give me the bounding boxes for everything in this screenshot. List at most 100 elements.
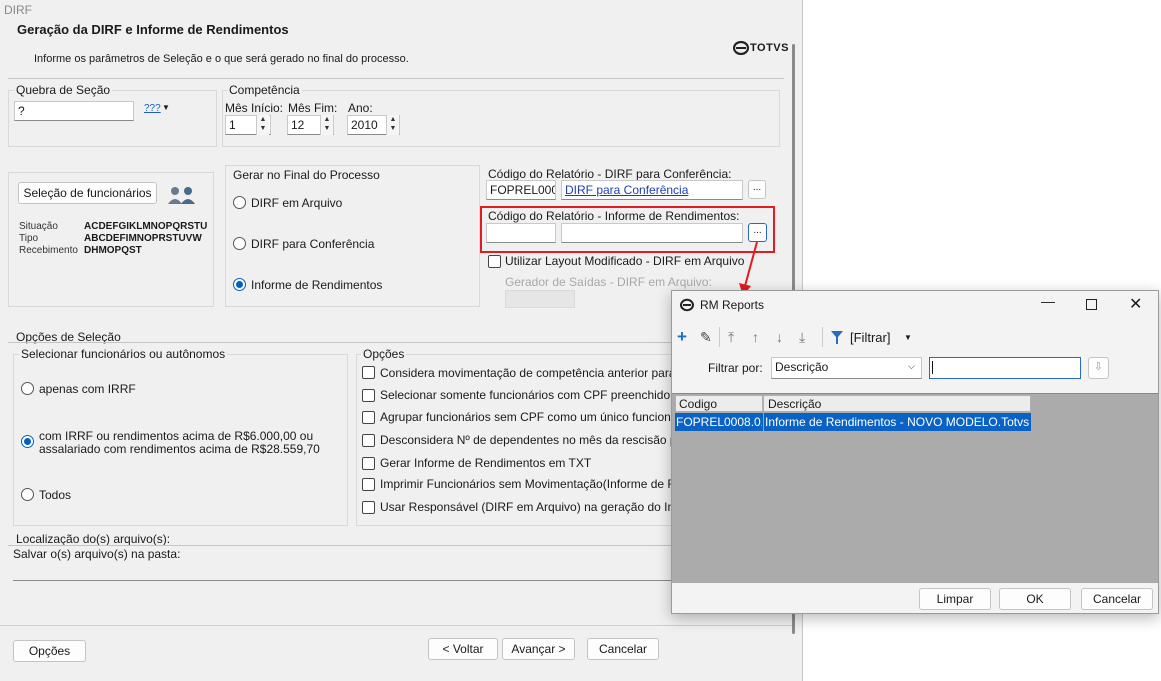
toolbar-separator	[719, 327, 720, 347]
mes-fim-spinner[interactable]: ▲ ▼	[320, 115, 333, 135]
gerador-saidas-label: Gerador de Saídas - DIRF em Arquivo:	[505, 275, 712, 289]
move-down-icon[interactable]: ↓	[776, 329, 783, 345]
opcao-checkbox[interactable]	[362, 501, 375, 514]
quebra-title: Quebra de Seção	[14, 83, 113, 97]
opcao-label: Agrupar funcionários sem CPF como um úni…	[380, 410, 691, 424]
selecao-funcionarios-button[interactable]: Seleção de funcionários	[18, 182, 157, 204]
recebimento-value: DHMOPQST	[84, 245, 142, 256]
table-cell-descricao: Informe de Rendimentos - NOVO MODELO.Tot…	[765, 415, 1030, 429]
avancar-button[interactable]: Avançar >	[502, 638, 575, 660]
salvar-pasta-input[interactable]	[13, 562, 673, 581]
opcao-checkbox[interactable]	[362, 434, 375, 447]
quebra-input[interactable]: ?	[14, 101, 134, 121]
mes-fim-label: Mês Fim:	[288, 101, 338, 115]
window-title: DIRF	[4, 3, 32, 17]
opcao-checkbox[interactable]	[362, 411, 375, 424]
close-icon[interactable]: ✕	[1129, 294, 1142, 314]
radio-informe-rendimentos[interactable]	[233, 278, 246, 291]
minimize-icon[interactable]: —	[1041, 293, 1055, 309]
filter-icon[interactable]	[831, 331, 843, 345]
radio-dirf-arquivo-label: DIRF em Arquivo	[251, 196, 343, 210]
tipo-label: Tipo	[19, 233, 39, 244]
move-top-icon[interactable]: ⤒	[728, 329, 734, 345]
localizacao-divider	[8, 545, 784, 546]
totvs-app-icon	[680, 298, 694, 312]
add-icon[interactable]: +	[677, 328, 687, 345]
opcao-checkbox[interactable]	[362, 389, 375, 402]
radio-apenas-irrf[interactable]	[21, 382, 34, 395]
mes-inicio-spinner[interactable]: ▲ ▼	[256, 115, 269, 135]
chevron-down-icon[interactable]: ▼	[904, 333, 912, 342]
radio-irrf-rendimentos-label-2: assalariado com rendimentos acima de R$2…	[39, 442, 320, 456]
filtrar-button[interactable]: [Filtrar]	[850, 330, 890, 345]
opcoes-title: Opções	[361, 347, 407, 361]
opcao-label: Imprimir Funcionários sem Movimentação(I…	[380, 477, 709, 491]
radio-dirf-conferencia[interactable]	[233, 237, 246, 250]
opcao-label: Usar Responsável (DIRF em Arquivo) na ge…	[380, 500, 705, 514]
salvar-pasta-label: Salvar o(s) arquivo(s) na pasta:	[13, 547, 181, 561]
maximize-icon[interactable]	[1086, 299, 1097, 310]
quebra-picker-icon[interactable]: ???	[144, 103, 161, 114]
text-cursor	[932, 361, 933, 374]
col-header-descricao-label: Descrição	[768, 397, 822, 411]
radio-dirf-conferencia-label: DIRF para Conferência	[251, 237, 375, 251]
radio-dirf-arquivo[interactable]	[233, 196, 246, 209]
radio-informe-rendimentos-label: Informe de Rendimentos	[251, 278, 383, 292]
situacao-value: ACDEFGIKLMNOPQRSTU	[84, 221, 208, 232]
conf-report-code[interactable]: FOPREL0007	[486, 180, 556, 200]
move-up-icon[interactable]: ↑	[752, 329, 759, 345]
layout-modificado-checkbox[interactable]	[488, 255, 501, 268]
rm-reports-dialog: RM Reports — ✕ + ✎ ⤒ ↑ ↓ ⤓ [Filtrar] ▼ F…	[671, 290, 1159, 614]
totvs-logo-text: TOTVS	[750, 42, 789, 54]
tipo-value: ABCDEFIMNOPRSTUVW	[84, 233, 202, 244]
gerar-title: Gerar no Final do Processo	[231, 168, 382, 182]
voltar-button[interactable]: < Voltar	[428, 638, 498, 660]
layout-modificado-label: Utilizar Layout Modificado - DIRF em Arq…	[505, 254, 745, 268]
radio-todos-label: Todos	[39, 488, 72, 502]
apply-filter-icon[interactable]: ⇩	[1088, 357, 1109, 379]
conf-report-desc-link[interactable]: DIRF para Conferência	[561, 180, 743, 200]
highlight-box	[480, 206, 775, 253]
cancelar-button[interactable]: Cancelar	[587, 638, 659, 660]
conf-report-label: Código do Relatório - DIRF para Conferên…	[488, 167, 732, 181]
chevron-down-icon[interactable]: ⌵	[908, 361, 915, 372]
opcao-checkbox[interactable]	[362, 457, 375, 470]
page-title: Geração da DIRF e Informe de Rendimentos	[17, 22, 289, 37]
totvs-logo-icon	[732, 40, 750, 56]
chevron-down-icon[interactable]: ▼	[162, 103, 170, 112]
localizacao-title: Localização do(s) arquivo(s):	[16, 532, 171, 546]
ano-spinner[interactable]: ▲ ▼	[386, 115, 399, 135]
ok-button[interactable]: OK	[999, 588, 1071, 610]
competencia-title: Competência	[227, 83, 302, 97]
cell-divider	[763, 413, 764, 431]
radio-apenas-irrf-label: apenas com IRRF	[39, 382, 136, 396]
opcao-label: Desconsidera Nº de dependentes no mês da…	[380, 433, 705, 447]
search-input[interactable]	[929, 357, 1081, 379]
move-bottom-icon[interactable]: ⤓	[799, 329, 805, 345]
edit-icon[interactable]: ✎	[700, 329, 712, 345]
col-header-codigo-label: Codigo	[679, 397, 718, 411]
gerador-saidas-code	[505, 290, 575, 308]
footer-divider	[0, 625, 793, 626]
limpar-button[interactable]: Limpar	[919, 588, 991, 610]
opcoes-button[interactable]: Opções	[13, 640, 86, 662]
totvs-logo	[732, 40, 750, 58]
radio-irrf-rendimentos-label-1: com IRRF ou rendimentos acima de R$6.000…	[39, 429, 314, 443]
toolbar-separator	[822, 327, 823, 347]
func-title: Selecionar funcionários ou autônomos	[19, 347, 228, 361]
table-cell-codigo: FOPREL0008.01	[676, 415, 762, 429]
filtrar-por-select[interactable]: Descrição	[771, 357, 922, 379]
mes-inicio-label: Mês Início:	[225, 101, 284, 115]
opcao-checkbox[interactable]	[362, 478, 375, 491]
people-icon	[166, 185, 198, 208]
radio-todos[interactable]	[21, 488, 34, 501]
conf-report-lookup-button[interactable]: ...	[748, 180, 766, 199]
header-divider	[8, 78, 784, 79]
radio-irrf-rendimentos[interactable]	[21, 435, 34, 448]
dialog-cancelar-button[interactable]: Cancelar	[1081, 588, 1153, 610]
recebimento-label: Recebimento	[19, 245, 78, 256]
situacao-label: Situação	[19, 221, 58, 232]
dialog-title: RM Reports	[700, 298, 765, 312]
filtrar-por-label: Filtrar por:	[708, 361, 763, 375]
opcao-checkbox[interactable]	[362, 366, 375, 379]
